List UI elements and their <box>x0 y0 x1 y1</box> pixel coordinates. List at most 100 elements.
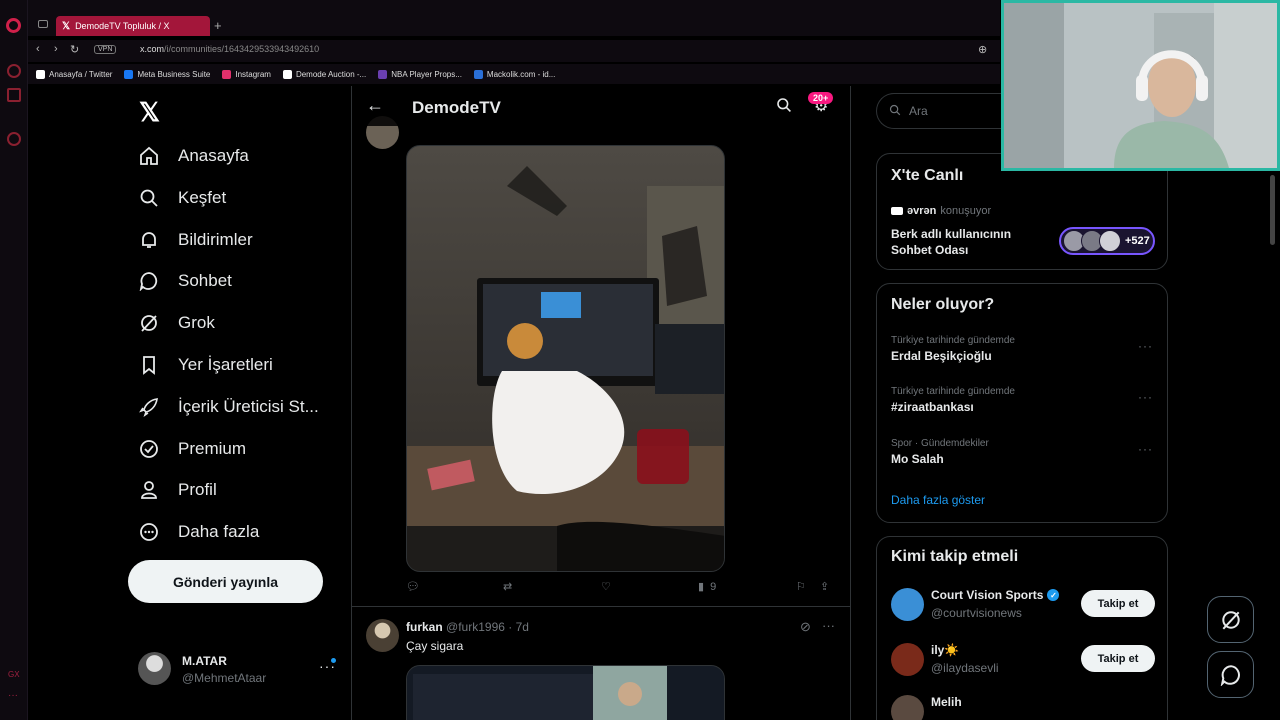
rail-history-icon[interactable] <box>7 64 21 78</box>
avatar <box>891 695 924 720</box>
webcam-overlay <box>1001 0 1280 171</box>
sidebar-item-profile[interactable]: Profil <box>138 475 217 505</box>
live-listeners-pill[interactable]: +527 <box>1059 227 1155 255</box>
tab-active[interactable]: 𝕏 DemodeTV Topluluk / X <box>56 16 210 36</box>
avatar <box>891 588 924 621</box>
sidebar-item-explore[interactable]: Keşfet <box>138 183 226 213</box>
bookmark-tweet-icon[interactable]: ⚐ <box>796 580 806 593</box>
back-arrow-icon[interactable]: ← <box>366 95 384 116</box>
sidebar-item-chat[interactable]: Sohbet <box>138 266 232 296</box>
tweet-media-image[interactable] <box>406 665 725 720</box>
post-button[interactable]: Gönderi yayınla <box>128 560 323 603</box>
grok-icon <box>138 312 160 334</box>
trend-name: Mo Salah <box>891 452 944 466</box>
unread-dot <box>331 658 336 663</box>
views-icon: ▮ <box>698 581 705 593</box>
views-count: 9 <box>710 580 717 593</box>
url-field[interactable]: x.com/i/communities/1643429533943492610 <box>140 44 319 54</box>
tweet-media-image[interactable] <box>406 145 725 572</box>
trend-item[interactable]: Türkiye tarihinde gündemde Erdal Beşikçi… <box>891 335 1153 363</box>
rail-more-icon[interactable]: ··· <box>8 690 18 701</box>
account-switcher[interactable]: M.ATAR @MehmetAtaar ··· <box>138 650 338 690</box>
grok-icon[interactable]: ⊘ <box>800 619 811 635</box>
tweet-author-handle[interactable]: @furk1996 <box>446 620 505 634</box>
more-icon[interactable]: ··· <box>1138 390 1153 404</box>
trend-item[interactable]: Spor · Gündemdekiler Mo Salah ··· <box>891 438 1153 466</box>
main-timeline: ← DemodeTV ⚙ 20+ 💬︎ ⇄ ♡ ▮ 9 ⚐ ⇪ furkan @… <box>351 86 851 720</box>
show-more-link[interactable]: Daha fazla göster <box>891 493 985 507</box>
more-icon[interactable]: ··· <box>1138 442 1153 456</box>
follow-suggestion[interactable]: Court Vision Sports ✓ @courtvisionews Ta… <box>891 588 1155 624</box>
x-logo-icon[interactable]: 𝕏 <box>139 97 160 128</box>
sidebar-item-creator-studio[interactable]: İçerik Üreticisi St... <box>138 392 319 422</box>
bookmarks-bar: Anasayfa / Twitter Meta Business Suite I… <box>28 64 1000 84</box>
follow-suggestion[interactable]: Melih <box>891 695 1155 720</box>
verified-badge-icon: ✓ <box>1047 589 1060 601</box>
home-icon <box>138 145 160 167</box>
trend-name: #ziraatbankası <box>891 400 974 414</box>
tweet-text: Çay sigara <box>406 639 464 653</box>
live-room-title[interactable]: Berk adlı kullanıcının Sohbet Odası <box>891 226 1041 258</box>
scrollbar[interactable] <box>1270 175 1275 245</box>
sidebar-item-grok[interactable]: Grok <box>138 308 215 338</box>
workspace-icon[interactable] <box>38 20 48 28</box>
bookmark-item[interactable]: Mackolik.com - id... <box>473 69 555 79</box>
search-input[interactable]: Ara <box>876 93 1016 129</box>
opera-logo-icon[interactable] <box>6 18 21 33</box>
address-bar: ‹ › ↻ VPN x.com/i/communities/1643429533… <box>28 40 1000 62</box>
speaker-name: əvrən <box>907 205 937 217</box>
avatar[interactable] <box>366 619 399 652</box>
follow-suggestion[interactable]: ily☀️ @ilaydasevli Takip et <box>891 643 1155 679</box>
search-icon <box>889 104 901 119</box>
bookmark-item[interactable]: NBA Player Props... <box>378 69 462 79</box>
suggestion-name-text: Court Vision Sports <box>931 588 1044 602</box>
follow-button[interactable]: Takip et <box>1081 645 1155 672</box>
bookmark-instagram-icon <box>222 69 232 79</box>
bookmark-x-icon <box>36 69 45 79</box>
forward-nav-icon[interactable]: › <box>54 43 58 55</box>
trend-meta: Spor · Gündemdekiler <box>891 438 989 449</box>
views-button[interactable]: ▮ 9 <box>698 580 717 594</box>
notification-badge: 20+ <box>808 92 834 104</box>
bell-icon <box>138 229 160 251</box>
back-nav-icon[interactable]: ‹ <box>36 43 40 55</box>
like-icon[interactable]: ♡ <box>601 580 611 593</box>
bookmark-mackolik-icon <box>473 69 483 79</box>
trend-item[interactable]: Türkiye tarihinde gündemde #ziraatbankas… <box>891 386 1153 414</box>
who-to-follow-card: Kimi takip etmeli Court Vision Sports ✓ … <box>876 536 1168 720</box>
grok-fab-button[interactable] <box>1207 596 1254 643</box>
bookmark-icon <box>138 354 160 376</box>
bookmark-item[interactable]: Demode Auction -... <box>282 69 366 79</box>
follow-button[interactable]: Takip et <box>1081 590 1155 617</box>
sidebar-item-notifications[interactable]: Bildirimler <box>138 225 253 255</box>
sidebar-item-home[interactable]: Anasayfa <box>138 141 249 171</box>
messages-fab-button[interactable] <box>1207 651 1254 698</box>
rail-bag-icon[interactable] <box>7 88 21 102</box>
sidebar-item-premium[interactable]: Premium <box>138 434 246 464</box>
sidebar-item-more[interactable]: Daha fazla <box>138 517 259 547</box>
zoom-icon[interactable]: ⊕ <box>978 43 987 56</box>
bookmark-item[interactable]: Instagram <box>222 69 271 79</box>
vpn-badge[interactable]: VPN <box>94 45 117 54</box>
sidebar-item-bookmarks[interactable]: Yer İşaretleri <box>138 350 273 380</box>
bookmark-item[interactable]: Meta Business Suite <box>124 69 210 79</box>
sidebar-item-label: Daha fazla <box>178 522 260 541</box>
share-icon[interactable]: ⇪ <box>820 580 829 593</box>
tweet-author-name[interactable]: furkan <box>406 620 443 634</box>
page-title: DemodeTV <box>412 98 501 117</box>
reload-icon[interactable]: ↻ <box>70 43 79 56</box>
retweet-icon[interactable]: ⇄ <box>503 580 512 593</box>
new-tab-button[interactable]: + <box>214 18 222 33</box>
bookmark-item[interactable]: Anasayfa / Twitter <box>36 69 112 79</box>
more-icon[interactable]: ··· <box>822 618 835 633</box>
tweet-timestamp[interactable]: · 7d <box>508 620 529 634</box>
sidebar-item-label: Sohbet <box>178 271 232 290</box>
speaker-avatar-icon <box>891 207 903 215</box>
search-icon[interactable] <box>776 97 792 118</box>
person-icon <box>138 479 160 501</box>
community-header: ← DemodeTV ⚙ 20+ <box>352 86 850 126</box>
more-icon[interactable]: ··· <box>1138 339 1153 353</box>
reply-icon[interactable]: 💬︎ <box>406 580 420 593</box>
rail-clock-icon[interactable] <box>7 132 21 146</box>
suggestion-name: Court Vision Sports ✓ <box>931 588 1060 602</box>
